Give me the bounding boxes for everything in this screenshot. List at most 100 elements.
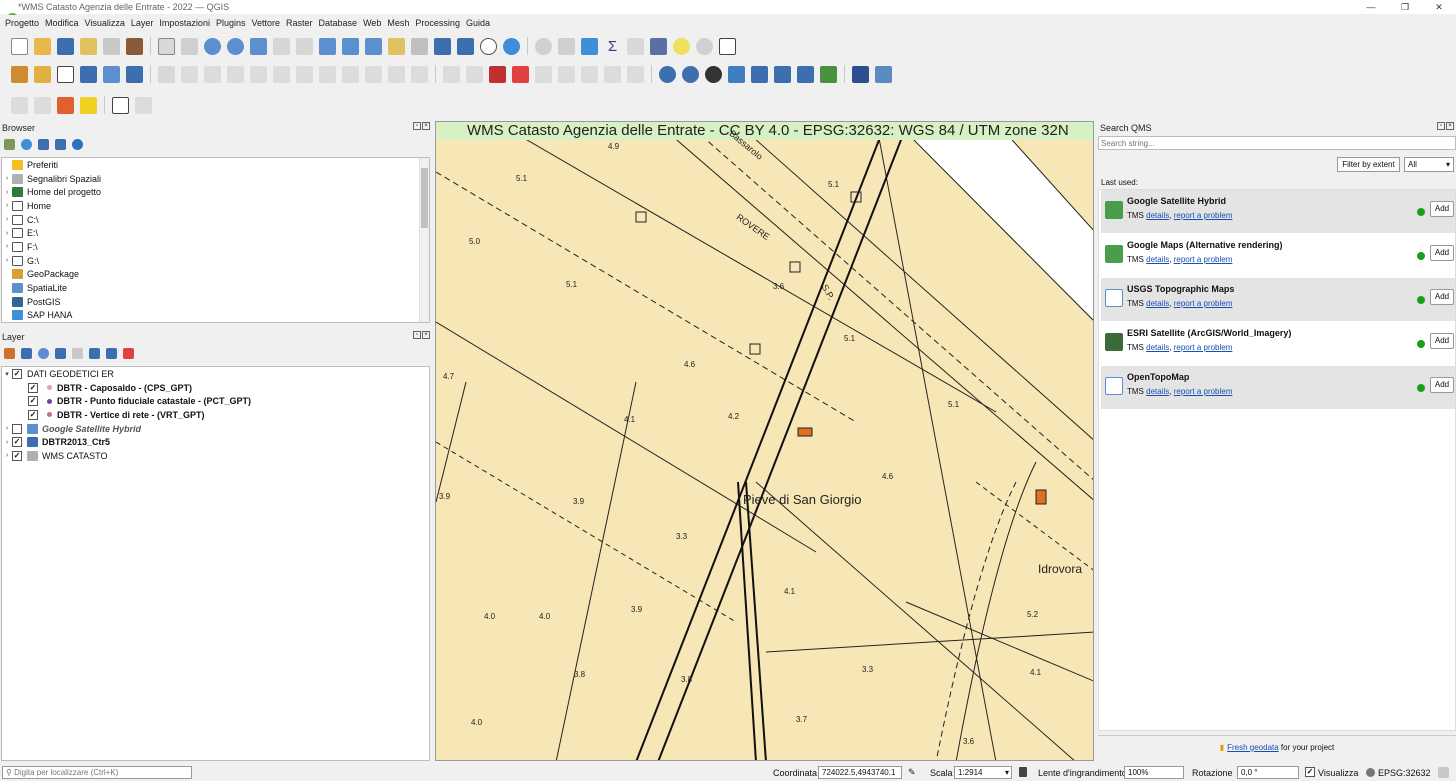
sigma-statistics-icon[interactable]: Σ	[604, 37, 621, 55]
style-manager-icon[interactable]	[126, 37, 143, 55]
menu-raster[interactable]: Raster	[283, 18, 316, 28]
expand-arrow-icon[interactable]: ›	[2, 439, 12, 446]
label-highlight-icon[interactable]	[512, 65, 529, 83]
coord-toggle-icon[interactable]: ✎	[908, 767, 916, 778]
new-temporary-layer-icon[interactable]	[103, 65, 120, 83]
qms-search-input[interactable]	[1098, 136, 1456, 150]
layer-item-wms-catasto[interactable]: › ✓ WMS CATASTO	[2, 449, 429, 463]
expand-arrow-icon[interactable]: ›	[2, 257, 12, 264]
select-all-icon[interactable]	[80, 96, 97, 114]
new-3d-view-icon[interactable]	[411, 37, 428, 55]
settings-gear-icon[interactable]	[581, 37, 598, 55]
filter-extent-button[interactable]: Filter by extent	[1337, 157, 1400, 172]
pan-hand-icon[interactable]	[158, 37, 175, 55]
float-panel-button[interactable]: ▫	[1437, 122, 1445, 130]
crs-globe-icon[interactable]	[1366, 768, 1375, 777]
rotate-label-icon[interactable]	[604, 65, 621, 83]
magnifier-field[interactable]: 100%	[1124, 766, 1184, 779]
expand-arrow-icon[interactable]: ›	[2, 230, 12, 237]
attribute-table-icon[interactable]	[558, 37, 575, 55]
layer-stack-icon[interactable]	[820, 65, 837, 83]
info-icon[interactable]	[72, 139, 83, 150]
wms-globe-icon[interactable]	[659, 65, 676, 83]
open-project-icon[interactable]	[34, 37, 51, 55]
style-layer-icon[interactable]	[4, 348, 15, 359]
identify-icon[interactable]	[535, 37, 552, 55]
refresh-icon[interactable]	[503, 37, 520, 55]
redo-icon[interactable]	[411, 65, 428, 83]
copy-features-icon[interactable]	[342, 65, 359, 83]
scale-field[interactable]: 1:2914 ▾	[954, 766, 1012, 779]
new-geopackage-layer-icon[interactable]	[34, 65, 51, 83]
lock-scale-icon[interactable]	[1019, 767, 1027, 777]
add-button[interactable]: Add	[1430, 245, 1454, 261]
layer-checkbox[interactable]: ✓	[28, 409, 38, 420]
collapse-all-icon[interactable]	[106, 348, 117, 359]
expand-arrow-icon[interactable]: ›	[2, 452, 12, 459]
menu-impostazioni[interactable]: Impostazioni	[156, 18, 213, 28]
browser-item-preferiti[interactable]: Preferiti	[2, 158, 429, 172]
filter-extent-select[interactable]: All ▾	[1404, 157, 1454, 172]
add-button[interactable]: Add	[1430, 289, 1454, 305]
label-toolbar-icon[interactable]	[443, 65, 460, 83]
paste-features-icon[interactable]	[365, 65, 382, 83]
close-panel-button[interactable]: ×	[1446, 122, 1454, 130]
close-panel-button[interactable]: ×	[422, 331, 430, 339]
browser-item-segnalibri[interactable]: › Segnalibri Spaziali	[2, 172, 429, 186]
vertex-tool-icon[interactable]	[250, 65, 267, 83]
details-link[interactable]: details	[1146, 299, 1169, 308]
new-shapefile-icon[interactable]	[57, 65, 74, 83]
collapse-all-icon[interactable]	[55, 139, 66, 150]
report-problem-link[interactable]: report a problem	[1174, 343, 1233, 352]
browser-item-drive-f[interactable]: › F:\	[2, 240, 429, 254]
map-canvas[interactable]: WMS Catasto Agenzia delle Entrate - CC B…	[435, 121, 1094, 761]
zoom-native-icon[interactable]	[319, 37, 336, 55]
expand-arrow-icon[interactable]: ›	[2, 216, 12, 223]
remove-layer-icon[interactable]	[123, 348, 134, 359]
float-panel-button[interactable]: ▫	[413, 331, 421, 339]
help-icon[interactable]	[852, 65, 869, 83]
save-edits-icon[interactable]	[204, 65, 221, 83]
menu-plugins[interactable]: Plugins	[213, 18, 249, 28]
expand-arrow-icon[interactable]: ›	[2, 425, 12, 432]
zoom-next-icon[interactable]	[365, 37, 382, 55]
data-source-manager-icon[interactable]	[11, 65, 28, 83]
kmz-export-icon[interactable]	[774, 65, 791, 83]
show-bookmarks-icon[interactable]	[457, 37, 474, 55]
expand-arrow-icon[interactable]: ›	[2, 189, 12, 196]
layer-checkbox[interactable]: ✓	[28, 382, 38, 393]
kml-export-icon[interactable]	[751, 65, 768, 83]
messages-icon[interactable]	[1438, 767, 1449, 778]
refresh-icon[interactable]	[21, 139, 32, 150]
add-selected-layers-icon[interactable]	[4, 139, 15, 150]
python-console-icon[interactable]	[728, 65, 745, 83]
layer-item-vertice-rete[interactable]: ✓ DBTR - Vertice di rete - (VRT_GPT)	[2, 408, 429, 422]
zoom-last-icon[interactable]	[342, 37, 359, 55]
modify-attributes-icon[interactable]	[273, 65, 290, 83]
qms-globe-icon[interactable]	[682, 65, 699, 83]
details-link[interactable]: details	[1146, 387, 1169, 396]
browser-item-project-home[interactable]: › Home del progetto	[2, 185, 429, 199]
measure-icon[interactable]	[627, 37, 644, 55]
filter-legend-icon[interactable]	[55, 348, 66, 359]
menu-layer[interactable]: Layer	[128, 18, 157, 28]
bookmark-new-icon[interactable]	[434, 37, 451, 55]
gps-car-icon[interactable]	[705, 65, 722, 83]
filter-expression-icon[interactable]	[72, 348, 83, 359]
move-label-icon[interactable]	[581, 65, 598, 83]
close-button[interactable]: ✕	[1422, 0, 1456, 14]
add-button[interactable]: Add	[1430, 377, 1454, 393]
expand-arrow-icon[interactable]: ›	[2, 243, 12, 250]
layer-item-punto-fiduciale[interactable]: ✓ DBTR - Punto fiduciale catastale - (PCT…	[2, 394, 429, 408]
text-annotation-icon[interactable]	[719, 37, 736, 55]
new-virtual-layer-icon[interactable]	[126, 65, 143, 83]
show-hide-labels-icon[interactable]	[558, 65, 575, 83]
menu-processing[interactable]: Processing	[412, 18, 463, 28]
browser-item-geopackage[interactable]: GeoPackage	[2, 268, 429, 282]
change-label-icon[interactable]	[627, 65, 644, 83]
menu-progetto[interactable]: Progetto	[2, 18, 42, 28]
new-print-layout-icon[interactable]	[80, 37, 97, 55]
layer-checkbox[interactable]	[12, 423, 22, 434]
layout-manager-icon[interactable]	[103, 37, 120, 55]
details-link[interactable]: details	[1146, 255, 1169, 264]
